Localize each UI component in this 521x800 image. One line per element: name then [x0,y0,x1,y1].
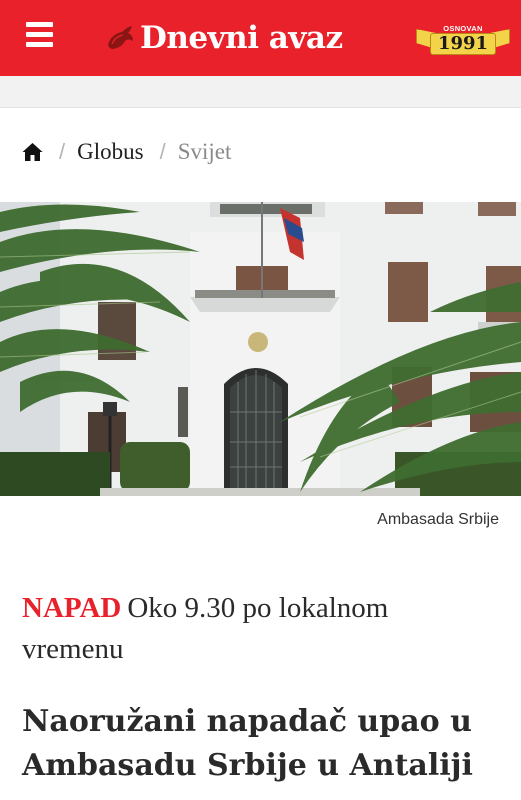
embassy-building-image [0,202,521,496]
secondary-nav-strip [0,76,521,108]
founded-label: OSNOVAN [443,24,483,33]
breadcrumb-item-globus[interactable]: Globus [77,139,143,165]
brand-name: Dnevni avaz [140,19,343,56]
site-header: Dnevni avaz 1991 OSNOVAN [0,0,521,76]
site-logo[interactable]: Dnevni avaz [104,20,343,56]
breadcrumb: / Globus / Svijet [22,136,231,168]
article-subtitle: NAPAD Oko 9.30 po lokalnom vremenu [22,588,492,670]
breadcrumb-separator: / [59,139,66,164]
founded-badge: 1991 OSNOVAN [416,24,510,58]
logo-horse-icon [108,26,133,49]
breadcrumb-separator: / [159,139,166,164]
hamburger-menu-icon[interactable] [26,22,53,48]
article-kicker: NAPAD [22,592,122,624]
image-caption: Ambasada Srbije [377,511,499,528]
article-title: Naoružani napadač upao u Ambasadu Srbije… [22,704,473,783]
founded-year: 1991 [430,33,496,55]
breadcrumb-item-svijet[interactable]: Svijet [178,139,232,165]
article-hero-image [0,202,521,496]
home-icon[interactable] [22,142,43,162]
